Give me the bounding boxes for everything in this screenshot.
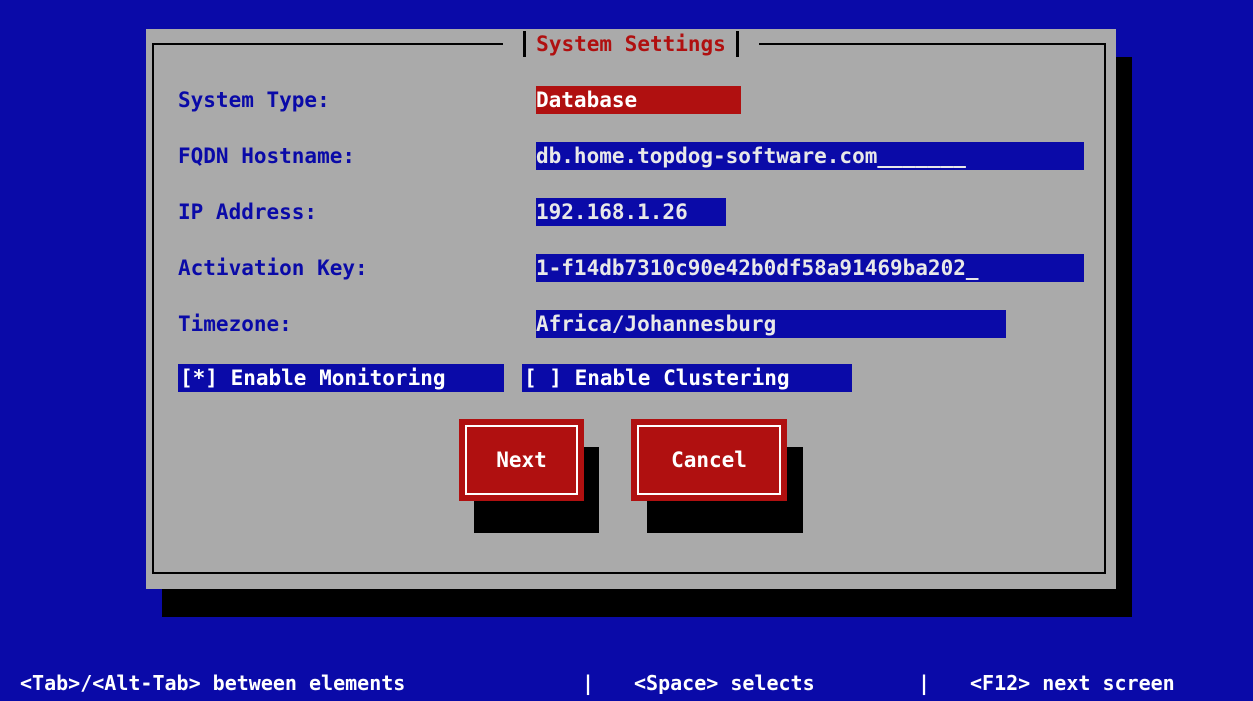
ip-address-label: IP Address: (178, 200, 318, 224)
enable-monitoring-checkbox[interactable]: [*] Enable Monitoring (178, 364, 504, 392)
next-button-label: Next (465, 425, 578, 495)
dialog-title: System Settings (536, 32, 726, 56)
cancel-button-label: Cancel (637, 425, 781, 495)
status-space-hint: <Space> selects (634, 671, 815, 695)
screen: System Settings System Type: FQDN Hostna… (0, 0, 1253, 701)
dialog-title-wrap: System Settings (146, 29, 1116, 59)
title-right-tick (735, 31, 739, 57)
system-type-label: System Type: (178, 88, 330, 112)
status-separator: | (582, 671, 595, 695)
timezone-field[interactable]: Africa/Johannesburg (536, 310, 1006, 338)
status-tab-hint: <Tab>/<Alt-Tab> between elements (20, 671, 406, 695)
ip-address-field[interactable]: 192.168.1.26 (536, 198, 726, 226)
status-f12-hint: <F12> next screen (970, 671, 1175, 695)
enable-clustering-checkbox[interactable]: [ ] Enable Clustering (522, 364, 852, 392)
fqdn-hostname-field[interactable]: db.home.topdog-software.com_______ (536, 142, 1084, 170)
fqdn-hostname-label: FQDN Hostname: (178, 144, 356, 168)
next-button[interactable]: Next (459, 419, 584, 501)
system-type-select[interactable]: Database (536, 86, 741, 114)
settings-dialog: System Settings System Type: FQDN Hostna… (146, 29, 1116, 589)
title-left-tick (523, 31, 527, 57)
activation-key-label: Activation Key: (178, 256, 368, 280)
activation-key-field[interactable]: 1-f14db7310c90e42b0df58a91469ba202_ (536, 254, 1084, 282)
timezone-label: Timezone: (178, 312, 292, 336)
dialog-frame (152, 43, 1106, 574)
status-separator: | (918, 671, 931, 695)
status-bar: <Tab>/<Alt-Tab> between elements | <Spac… (0, 665, 1253, 701)
cancel-button[interactable]: Cancel (631, 419, 787, 501)
dialog-title-bar: System Settings (503, 29, 759, 59)
